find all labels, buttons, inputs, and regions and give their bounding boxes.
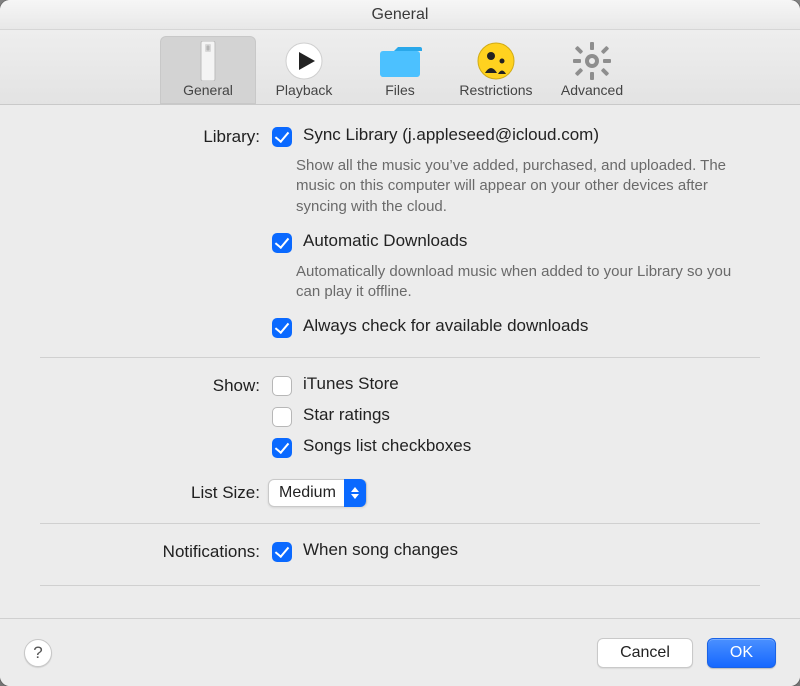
toolbar: General Playback Files Restrictions Adva…: [0, 30, 800, 105]
window-title: General: [372, 6, 429, 24]
checkbox-label: iTunes Store: [303, 374, 399, 394]
restrictions-icon: [448, 40, 544, 82]
ok-button[interactable]: OK: [707, 638, 776, 668]
section-label-list-size: List Size:: [40, 479, 268, 503]
toolbar-label: Playback: [256, 82, 352, 98]
window-titlebar: General: [0, 0, 800, 30]
checkbox-label: When song changes: [303, 540, 458, 560]
toolbar-label: Files: [352, 82, 448, 98]
checkbox-label: Automatic Downloads: [303, 231, 467, 251]
preferences-window: General General Playback Files Restricti…: [0, 0, 800, 686]
list-size-value: Medium: [279, 484, 336, 502]
general-icon: [160, 40, 256, 82]
playback-icon: [256, 40, 352, 82]
sync-library-description: Show all the music you’ve added, purchas…: [296, 156, 736, 217]
footer: ? Cancel OK: [0, 618, 800, 686]
toolbar-tab-restrictions[interactable]: Restrictions: [448, 36, 544, 104]
toolbar-label: Advanced: [544, 82, 640, 98]
checkbox-sync-library[interactable]: [272, 127, 292, 147]
advanced-icon: [544, 40, 640, 82]
toolbar-tab-playback[interactable]: Playback: [256, 36, 352, 104]
chevron-up-down-icon: [344, 479, 366, 507]
section-label-show: Show:: [40, 374, 268, 396]
toolbar-tab-files[interactable]: Files: [352, 36, 448, 104]
checkbox-check-downloads[interactable]: [272, 318, 292, 338]
content-pane: Library: Sync Library (j.appleseed@iclou…: [0, 105, 800, 618]
checkbox-songs-list-checkboxes[interactable]: [272, 438, 292, 458]
toolbar-label: Restrictions: [448, 82, 544, 98]
list-size-popup[interactable]: Medium: [268, 479, 367, 507]
toolbar-tab-advanced[interactable]: Advanced: [544, 36, 640, 104]
toolbar-tab-general[interactable]: General: [160, 36, 256, 104]
checkbox-star-ratings[interactable]: [272, 407, 292, 427]
checkbox-when-song-changes[interactable]: [272, 542, 292, 562]
checkbox-label: Songs list checkboxes: [303, 436, 471, 456]
help-button[interactable]: ?: [24, 639, 52, 667]
toolbar-label: General: [160, 82, 256, 98]
automatic-downloads-description: Automatically download music when added …: [296, 262, 736, 303]
checkbox-itunes-store[interactable]: [272, 376, 292, 396]
cancel-button[interactable]: Cancel: [597, 638, 693, 668]
section-label-library: Library:: [40, 125, 268, 147]
files-icon: [352, 40, 448, 82]
checkbox-label: Star ratings: [303, 405, 390, 425]
checkbox-automatic-downloads[interactable]: [272, 233, 292, 253]
checkbox-label: Sync Library (j.appleseed@icloud.com): [303, 125, 599, 145]
checkbox-label: Always check for available downloads: [303, 316, 588, 336]
section-label-notifications: Notifications:: [40, 540, 268, 562]
